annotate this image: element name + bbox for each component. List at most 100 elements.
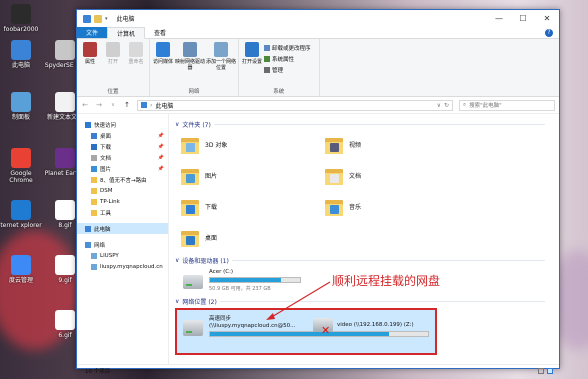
hard-drive-icon [183, 275, 203, 289]
nav-item-icon [91, 143, 97, 150]
tab-computer[interactable]: 计算机 [107, 27, 146, 39]
nav-item[interactable]: 文档 📌 [77, 152, 168, 163]
nav-item[interactable]: 工具 [77, 207, 168, 218]
address-dropdown-icon[interactable]: ∨ [437, 102, 441, 109]
pin-icon[interactable]: 📌 [158, 133, 164, 139]
nav-item[interactable]: DSM [77, 185, 168, 196]
map-drive-icon [183, 42, 197, 57]
collapse-icon[interactable]: ∨ [175, 121, 179, 128]
folder-item[interactable]: 音乐 [325, 191, 469, 222]
minimize-button[interactable]: — [487, 10, 511, 27]
pin-icon[interactable]: 📌 [158, 166, 164, 172]
nav-item-icon [91, 132, 97, 139]
nav-item[interactable]: 桌面 📌 [77, 130, 168, 141]
ribbon-button[interactable]: 打开 [102, 42, 124, 87]
desktop-icon[interactable]: 制面板 [0, 92, 42, 121]
ribbon-button-label: 访问媒体 [152, 59, 173, 65]
nav-item[interactable]: 图片 📌 [77, 163, 168, 174]
recent-locations-button[interactable]: ∨ [109, 102, 117, 108]
nav-quick-access[interactable]: 快速访问 [77, 119, 168, 130]
nav-network-item[interactable]: liuspy.myqnapcloud.cn [77, 261, 168, 272]
breadcrumb-this-pc[interactable]: 此电脑 [155, 101, 173, 110]
close-button[interactable]: ✕ [535, 10, 559, 27]
drive-label: Acer (C:) [209, 269, 234, 275]
collapse-icon[interactable]: ∨ [175, 257, 179, 264]
back-button[interactable]: ← [81, 101, 89, 109]
address-box[interactable]: › 此电脑 ∨ ↻ [137, 99, 453, 111]
tab-view[interactable]: 查看 [145, 27, 175, 38]
ribbon-small-button[interactable]: 卸载或更改程序 [264, 44, 311, 52]
nav-item-icon [91, 187, 97, 194]
large-icons-view-icon[interactable] [547, 367, 553, 374]
settings-icon [245, 42, 259, 57]
desktop-app-icon [11, 255, 31, 275]
desktop-icon-label: foobar2000 [3, 26, 39, 33]
qat-dropdown-icon[interactable]: ▾ [105, 16, 108, 22]
nav-item-icon [91, 263, 97, 270]
desktop-app-icon [55, 148, 75, 168]
ribbon-button[interactable]: 属性 [79, 42, 101, 87]
ribbon-button[interactable]: 打开设置 [241, 42, 263, 87]
desktop-icon[interactable]: 度云管理 [0, 255, 42, 284]
desktop-icon[interactable]: 此电脑 [0, 40, 42, 69]
folder-item[interactable]: 3D 对象 [181, 129, 325, 160]
desktop-icon-label: Google Chrome [9, 170, 33, 184]
pin-icon[interactable]: 📌 [158, 155, 164, 161]
desktop-app-icon [55, 255, 75, 275]
item-count: 10 个项目 [85, 368, 111, 375]
ribbon-button[interactable]: 映射网络驱动器 [175, 42, 205, 87]
folders-section-header[interactable]: ∨ 文件夹 (7) [175, 119, 559, 129]
nav-item[interactable]: 下载 📌 [77, 141, 168, 152]
desktop-icon-label: 此电脑 [11, 62, 30, 69]
nav-item[interactable]: 8、值无不言→路由 [77, 174, 168, 185]
desktop-icon[interactable]: ternet xplorer [0, 200, 42, 229]
collapse-icon[interactable]: ∨ [175, 298, 179, 305]
ribbon-button[interactable]: 重命名 [125, 42, 147, 87]
network-drive-video[interactable]: ✕ video (\\192.168.0.199) (Z:) [313, 318, 414, 337]
error-x-icon: ✕ [321, 324, 331, 337]
folder-item[interactable]: 桌面 [181, 222, 325, 253]
folder-item[interactable]: 文档 [325, 160, 469, 191]
window-title: 此电脑 [116, 16, 135, 23]
ribbon: 属性 打开 重命名 位置 访问媒体 映射网络驱动器 添加一个网络位置 网络 打开设置 卸载或更改程… [77, 39, 559, 97]
desktop-app-icon [11, 148, 31, 168]
up-button[interactable]: ↑ [123, 101, 131, 109]
ribbon-small-button[interactable]: 系统属性 [264, 55, 311, 63]
desktop-icon-label: ternet xplorer [0, 222, 42, 229]
add-location-icon [214, 42, 228, 57]
search-input[interactable]: ⌕ 搜索"此电脑" [459, 99, 555, 111]
ribbon-small-icon [264, 56, 270, 62]
pin-icon[interactable]: 📌 [158, 144, 164, 150]
ribbon-small-button[interactable]: 管理 [264, 66, 311, 74]
details-view-icon[interactable] [538, 367, 544, 374]
desktop-app-icon [55, 200, 75, 220]
devices-section-header[interactable]: ∨ 设备和驱动器 (1) [175, 255, 559, 265]
nav-item-icon [85, 121, 91, 128]
folders-grid: 3D 对象 视频 图片 文档 下载 音乐 桌面 [181, 129, 559, 253]
nav-item-icon [91, 252, 97, 259]
nav-item-icon [85, 225, 91, 232]
folder-item[interactable]: 图片 [181, 160, 325, 191]
ribbon-button[interactable]: 访问媒体 [152, 42, 174, 87]
ribbon-group-label: 网络 [188, 89, 200, 95]
folder-item[interactable]: 视频 [325, 129, 469, 160]
folder-item[interactable]: 下载 [181, 191, 325, 222]
quick-access-toolbar-icon[interactable] [94, 14, 102, 23]
nav-network-item[interactable]: LIUSPY [77, 250, 168, 261]
network-section-header[interactable]: ∨ 网络位置 (2) [175, 296, 559, 306]
refresh-icon[interactable]: ↻ [444, 102, 449, 109]
desktop-icon[interactable]: Google Chrome [0, 148, 42, 184]
nav-this-pc[interactable]: 此电脑 [77, 223, 168, 234]
drive-c[interactable]: Acer (C:) 50.9 GB 可用，共 237 GB [183, 269, 301, 292]
forward-button[interactable]: → [95, 101, 103, 109]
folder-icon [181, 135, 199, 155]
nav-network[interactable]: 网络 [77, 239, 168, 250]
maximize-button[interactable]: ☐ [511, 10, 535, 27]
tab-file[interactable]: 文件 [77, 27, 108, 38]
nav-item[interactable]: TP-Link [77, 196, 168, 207]
ribbon-button[interactable]: 添加一个网络位置 [206, 42, 236, 87]
help-icon[interactable]: ? [545, 29, 553, 37]
open-icon [106, 42, 120, 57]
desktop-icon[interactable]: foobar2000 [0, 4, 42, 33]
desktop-app-icon [11, 92, 31, 112]
